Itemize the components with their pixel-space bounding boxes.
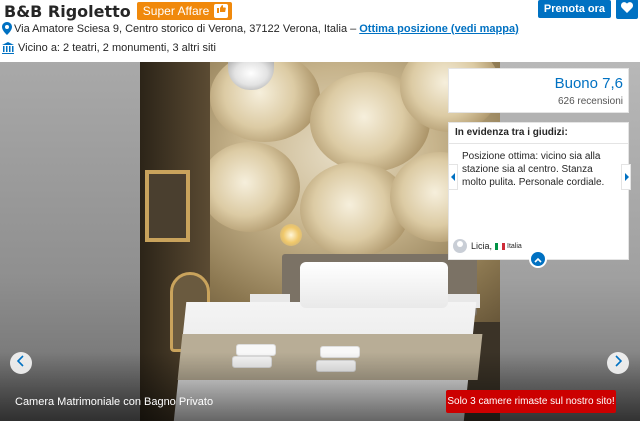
- nearby-sights: Vicino a: 2 teatri, 2 monumenti, 3 altri…: [18, 42, 216, 54]
- chevron-up-icon: [534, 250, 542, 268]
- previous-review-button[interactable]: [448, 164, 458, 190]
- next-photo-button[interactable]: [607, 352, 629, 374]
- next-review-button[interactable]: [621, 164, 631, 190]
- highlight-heading: In evidenza tra i giudizi:: [455, 127, 568, 138]
- hotel-header: B&B Rigoletto Super Affare Via Amatore S…: [0, 0, 640, 62]
- gilded-mirror: [145, 170, 190, 242]
- pillow: [368, 262, 448, 308]
- map-link[interactable]: Ottima posizione (vedi mappa): [359, 23, 519, 35]
- review-score-box[interactable]: Buono 7,6 626 recensioni: [448, 68, 629, 113]
- reviewer-country: Italia: [507, 242, 522, 250]
- hotel-name: B&B Rigoletto: [4, 1, 131, 21]
- pin-icon: [2, 22, 12, 35]
- review-count: 626 recensioni: [557, 96, 623, 107]
- chevron-left-icon: [16, 354, 25, 372]
- italy-flag-icon: [495, 242, 505, 250]
- hotel-page: B&B Rigoletto Super Affare Via Amatore S…: [0, 0, 640, 421]
- badge-label: Super Affare: [142, 4, 210, 18]
- reviewer-name: Licia,: [471, 241, 493, 251]
- previous-photo-button[interactable]: [10, 352, 32, 374]
- avatar-icon: [453, 239, 467, 253]
- review-highlight-box: In evidenza tra i giudizi: Posizione ott…: [448, 122, 629, 260]
- wall-light: [280, 224, 302, 246]
- collapse-reviews-button[interactable]: [529, 250, 547, 268]
- score-label: Buono 7,6: [554, 75, 623, 92]
- super-deal-badge: Super Affare: [136, 2, 233, 20]
- save-to-wishlist-button[interactable]: [616, 0, 638, 19]
- chevron-right-icon: [614, 354, 623, 372]
- mural-rose: [200, 142, 300, 232]
- museum-icon: [2, 42, 14, 54]
- book-now-button[interactable]: Prenota ora: [538, 0, 611, 18]
- thumbs-up-icon: [214, 4, 229, 18]
- highlight-text: Posizione ottima: vicino sia alla stazio…: [462, 151, 605, 188]
- rooms-left-notice: Solo 3 camere rimaste sul nostro sito!: [446, 390, 616, 413]
- heart-icon: [620, 0, 634, 18]
- photo-caption: Camera Matrimoniale con Bagno Privato: [15, 396, 214, 408]
- hotel-address: Via Amatore Sciesa 9, Centro storico di …: [14, 22, 357, 35]
- divider: [449, 143, 628, 144]
- chevron-right-icon: [624, 168, 629, 186]
- address-row: Via Amatore Sciesa 9, Centro storico di …: [2, 22, 519, 35]
- nearby-row: Vicino a: 2 teatri, 2 monumenti, 3 altri…: [2, 42, 216, 54]
- chevron-left-icon: [450, 168, 456, 186]
- title-row: B&B Rigoletto Super Affare: [4, 1, 233, 21]
- reviewer: Licia, Italia: [453, 239, 522, 253]
